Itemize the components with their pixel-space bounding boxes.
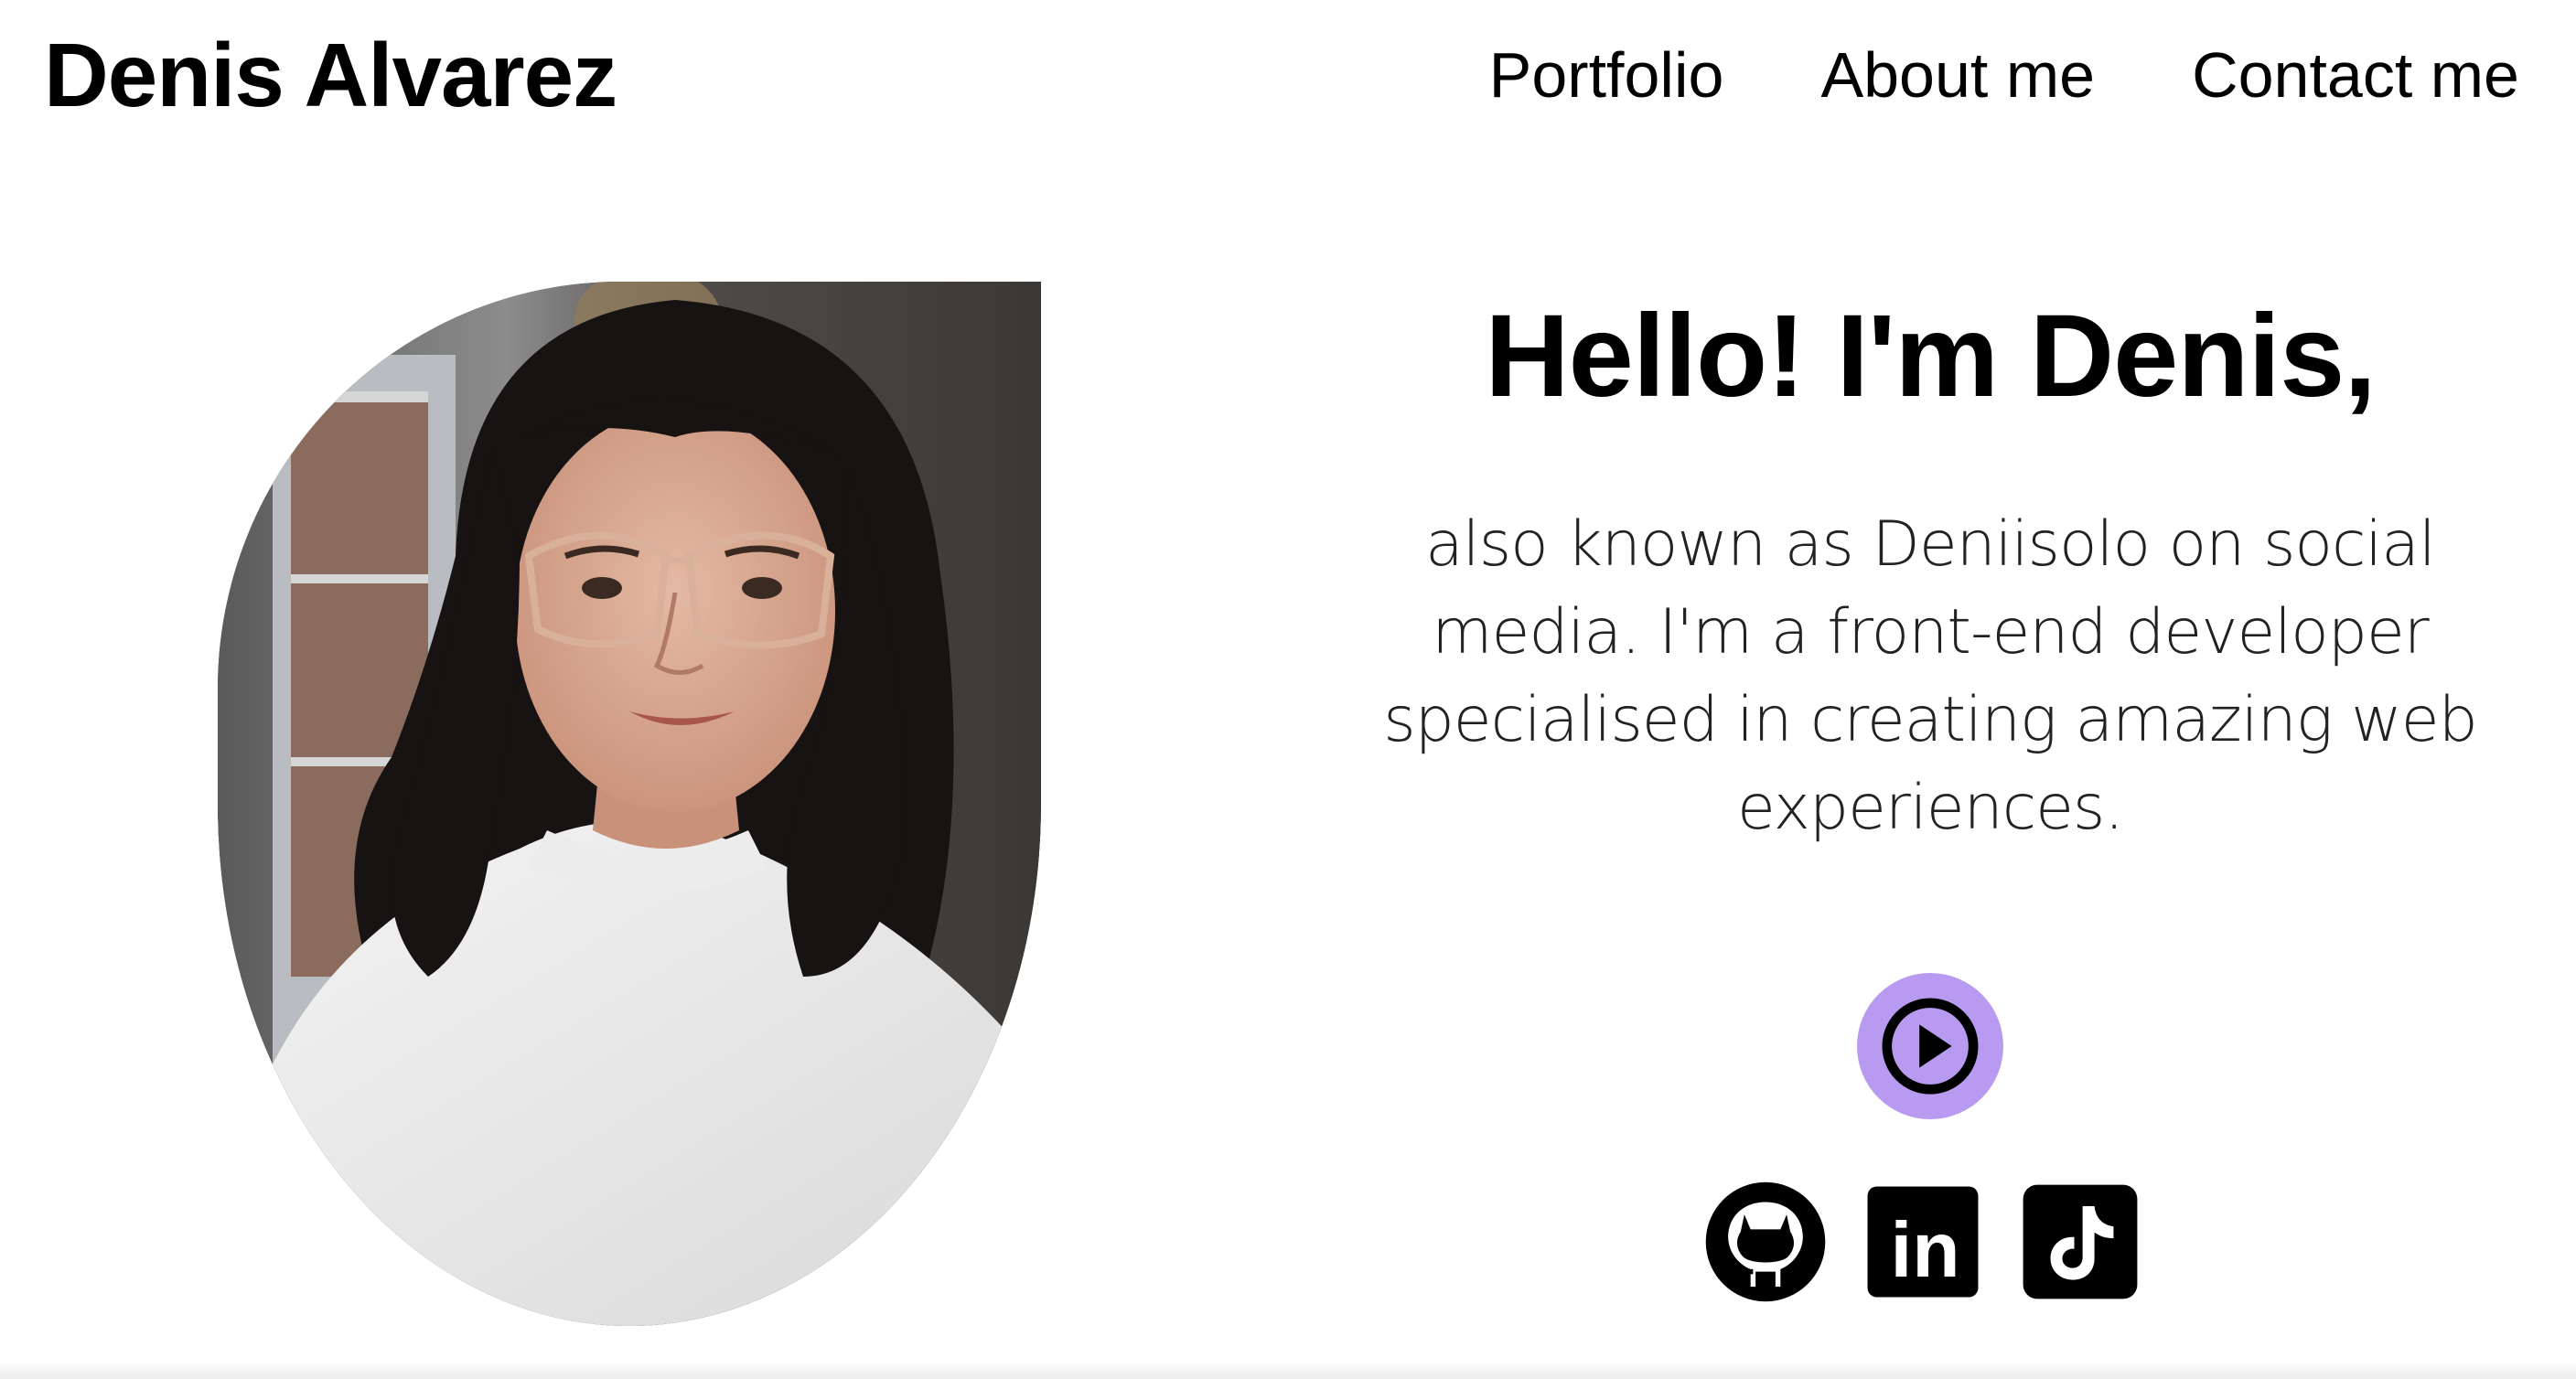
site-name[interactable]: Denis Alvarez xyxy=(44,20,617,130)
footer-edge xyxy=(0,1361,2576,1379)
linkedin-icon-text: in xyxy=(1890,1206,1959,1294)
hero-description: also known as Deniisolo on social media.… xyxy=(1383,508,2478,844)
hero-section: Hello! I'm Denis, also known as Deniisol… xyxy=(1354,274,2506,852)
tiktok-icon xyxy=(2023,1184,2138,1299)
play-button[interactable] xyxy=(1857,973,2003,1119)
social-links: in xyxy=(1703,1180,2142,1304)
github-link[interactable] xyxy=(1703,1180,1828,1304)
github-icon xyxy=(1705,1181,1826,1302)
hero-title: Hello! I'm Denis, xyxy=(1485,291,2377,422)
linkedin-link[interactable]: in xyxy=(1861,1180,1985,1304)
linkedin-icon: in xyxy=(1867,1186,1979,1298)
page: Denis Alvarez Portfolio About me Contact… xyxy=(0,0,2576,1379)
profile-photo xyxy=(218,282,1041,1326)
play-icon xyxy=(1882,998,1979,1095)
profile-photo-image xyxy=(218,282,1041,1326)
nav-about-me[interactable]: About me xyxy=(1820,29,2095,121)
main-nav: Portfolio About me Contact me xyxy=(1489,29,2519,121)
nav-portfolio[interactable]: Portfolio xyxy=(1489,29,1724,121)
tiktok-link[interactable] xyxy=(2018,1180,2142,1304)
nav-contact-me[interactable]: Contact me xyxy=(2192,29,2519,121)
